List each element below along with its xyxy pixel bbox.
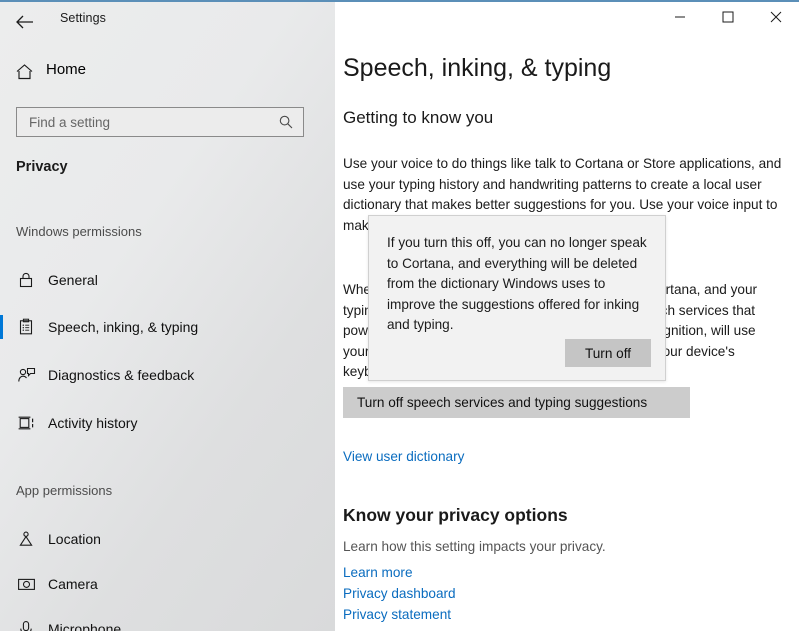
maximize-icon [722, 11, 734, 23]
camera-icon [16, 574, 36, 594]
sidebar-item-activity-history[interactable]: Activity history [0, 403, 335, 443]
timeline-icon [16, 413, 36, 433]
flyout-turn-off-button[interactable]: Turn off [565, 339, 651, 367]
sidebar: Settings Home Privacy Windows permission… [0, 2, 335, 631]
flyout-message: If you turn this off, you can no longer … [387, 235, 647, 332]
search-input[interactable] [17, 109, 267, 135]
turn-off-confirmation-flyout: If you turn this off, you can no longer … [368, 215, 666, 381]
sidebar-item-home[interactable]: Home [0, 60, 335, 90]
close-button[interactable] [753, 2, 799, 32]
section-heading-privacy-options: Know your privacy options [343, 505, 568, 525]
lock-icon [16, 270, 36, 290]
settings-window: Settings Home Privacy Windows permission… [0, 0, 799, 631]
sidebar-item-location-label: Location [48, 531, 101, 547]
app-title: Settings [60, 11, 106, 25]
clipboard-icon [16, 317, 36, 337]
person-feedback-icon [16, 365, 36, 385]
window-controls [655, 2, 799, 40]
minimize-icon [675, 16, 685, 18]
learn-more-link[interactable]: Learn more [343, 565, 413, 580]
sidebar-item-home-label: Home [46, 61, 87, 78]
sidebar-item-location[interactable]: Location [0, 519, 335, 559]
sidebar-item-speech-inking-typing[interactable]: Speech, inking, & typing [0, 307, 335, 347]
home-icon [15, 63, 34, 86]
sidebar-item-microphone-label: Microphone [48, 621, 122, 631]
microphone-icon [16, 619, 36, 631]
sidebar-group-heading-windows-permissions: Windows permissions [16, 224, 142, 239]
back-button[interactable] [9, 6, 41, 38]
back-arrow-icon [16, 15, 33, 29]
sidebar-item-general[interactable]: General [0, 260, 335, 300]
sidebar-item-activity-history-label: Activity history [48, 415, 138, 431]
minimize-button[interactable] [657, 2, 703, 32]
privacy-options-description: Learn how this setting impacts your priv… [343, 539, 606, 554]
close-icon [770, 11, 782, 23]
turn-off-speech-services-button[interactable]: Turn off speech services and typing sugg… [343, 387, 690, 418]
sidebar-item-diagnostics-feedback-label: Diagnostics & feedback [48, 367, 195, 383]
section-heading-getting-to-know-you: Getting to know you [343, 108, 494, 127]
privacy-statement-link[interactable]: Privacy statement [343, 607, 451, 622]
selection-indicator [0, 315, 3, 339]
search-icon [278, 114, 294, 135]
search-box[interactable] [16, 107, 304, 137]
privacy-dashboard-link[interactable]: Privacy dashboard [343, 586, 456, 601]
sidebar-item-general-label: General [48, 272, 98, 288]
sidebar-item-camera[interactable]: Camera [0, 564, 335, 604]
sidebar-item-microphone[interactable]: Microphone [0, 609, 335, 631]
sidebar-item-camera-label: Camera [48, 576, 98, 592]
sidebar-item-diagnostics-feedback[interactable]: Diagnostics & feedback [0, 355, 335, 395]
sidebar-group-heading-app-permissions: App permissions [16, 483, 113, 498]
view-user-dictionary-link[interactable]: View user dictionary [343, 449, 464, 464]
maximize-button[interactable] [705, 2, 751, 32]
page-title: Speech, inking, & typing [343, 54, 612, 82]
sidebar-item-speech-inking-typing-label: Speech, inking, & typing [48, 319, 199, 335]
titlebar-left: Settings [0, 2, 335, 42]
location-pin-icon [16, 529, 36, 549]
sidebar-category-title: Privacy [16, 159, 68, 175]
